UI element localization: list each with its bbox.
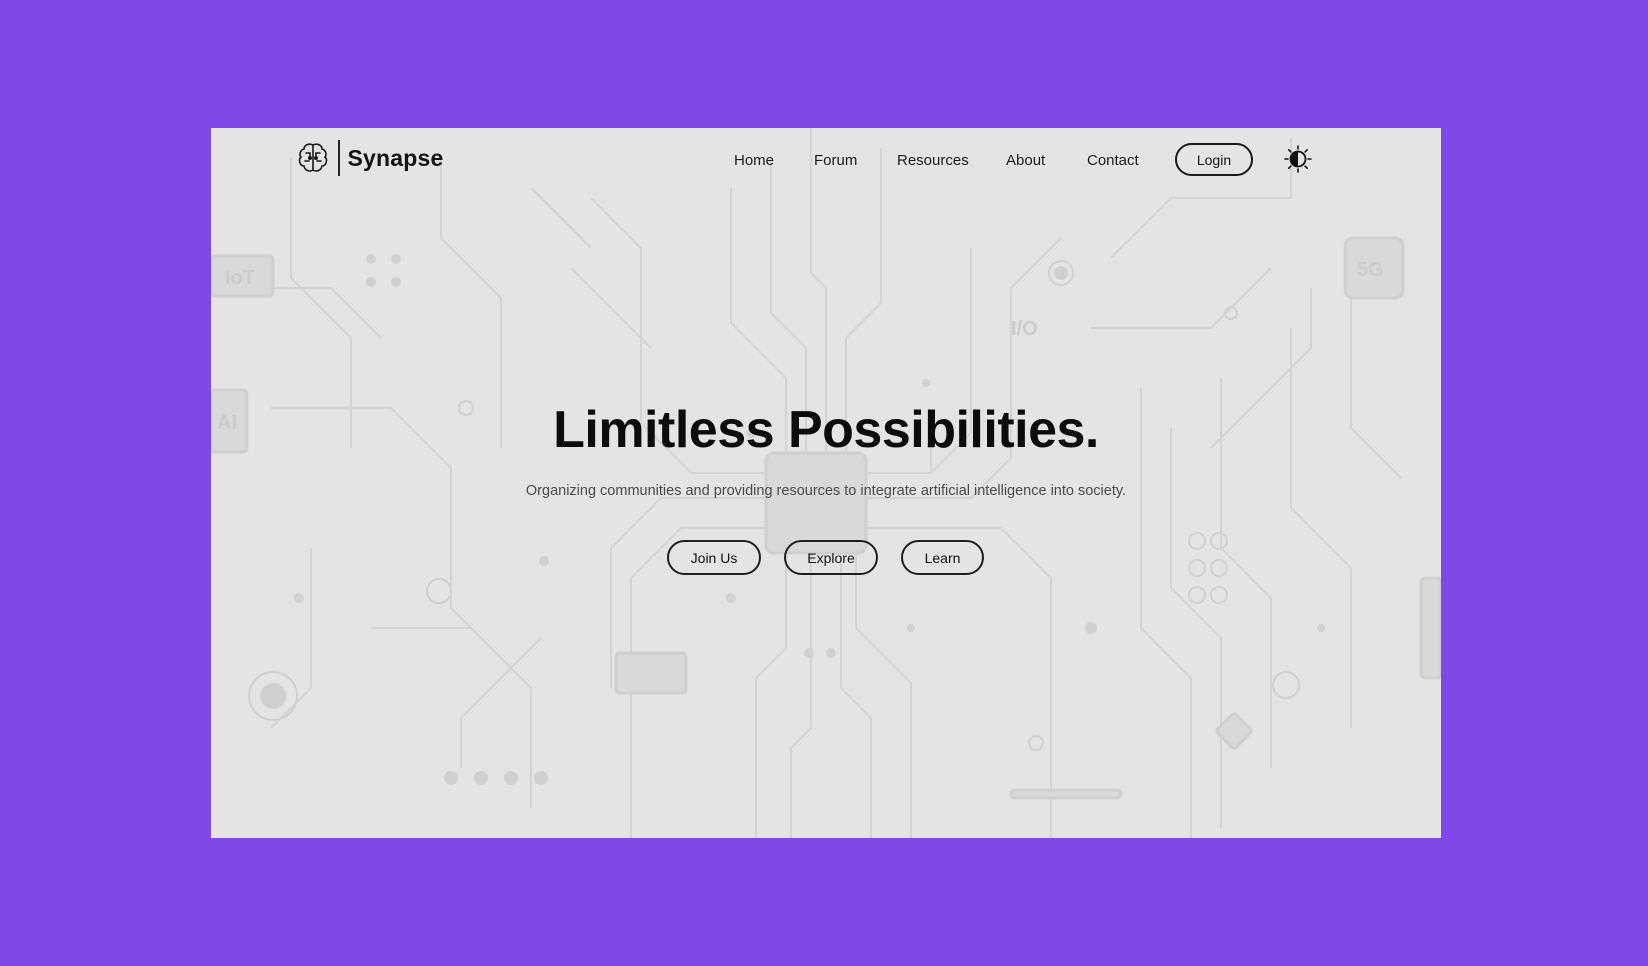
join-us-button[interactable]: Join Us xyxy=(667,540,761,575)
svg-text:I/O: I/O xyxy=(1011,318,1038,340)
nav-link-resources[interactable]: Resources xyxy=(897,152,969,169)
explore-button[interactable]: Explore xyxy=(784,540,878,575)
top-navigation: Synapse Home Forum Resources About Conta… xyxy=(211,128,1441,192)
svg-text:5G: 5G xyxy=(1357,259,1384,281)
login-button[interactable]: Login xyxy=(1175,143,1253,176)
nav-link-about[interactable]: About xyxy=(1006,152,1045,169)
sun-half-icon[interactable] xyxy=(1283,144,1313,174)
logo-divider xyxy=(338,140,340,176)
hero-buttons: Join Us Explore Learn xyxy=(211,540,1441,576)
hero-title: Limitless Possibilities. xyxy=(553,401,1099,459)
website-screenshot: IoT AI I/O 5G Synapse Home Forum Resourc… xyxy=(211,128,1441,838)
brain-icon xyxy=(296,141,330,175)
hero-subtitle: Organizing communities and providing res… xyxy=(525,483,1127,499)
brand-name: Synapse xyxy=(347,144,444,171)
logo[interactable]: Synapse xyxy=(296,138,444,178)
nav-link-contact[interactable]: Contact xyxy=(1087,152,1139,169)
nav-link-forum[interactable]: Forum xyxy=(814,152,857,169)
learn-button[interactable]: Learn xyxy=(901,540,984,575)
nav-link-home[interactable]: Home xyxy=(734,152,774,169)
svg-text:IoT: IoT xyxy=(225,267,255,289)
